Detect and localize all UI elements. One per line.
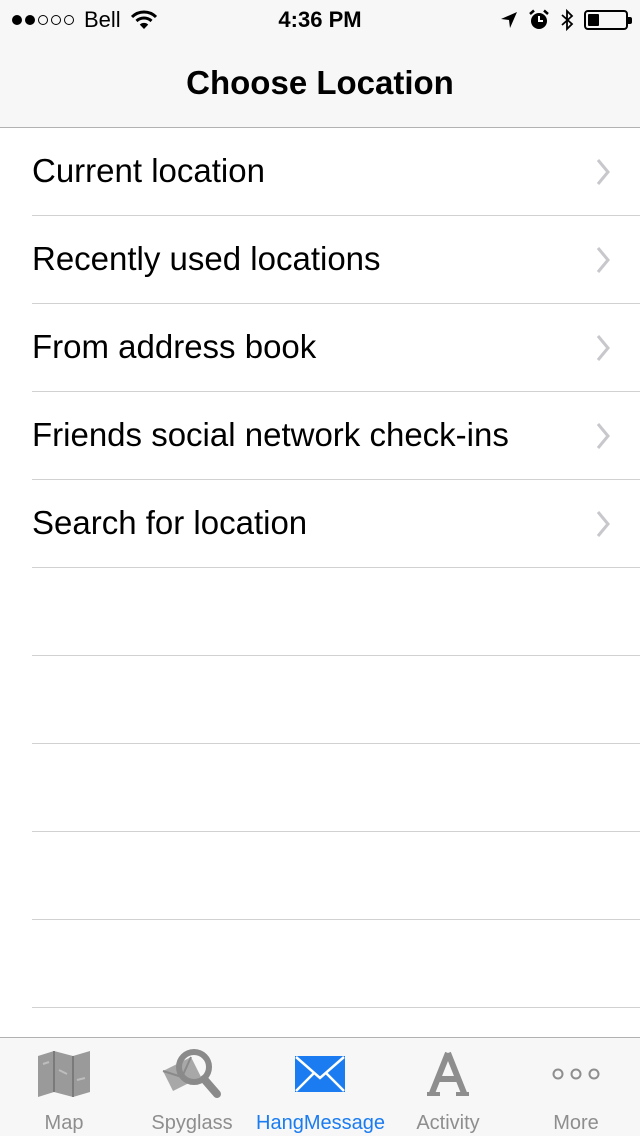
list-item-recently-used-locations[interactable]: Recently used locations (32, 216, 640, 304)
location-arrow-icon (501, 12, 517, 28)
chevron-right-icon (596, 423, 610, 449)
empty-row (32, 744, 640, 832)
tab-label: Activity (416, 1112, 480, 1134)
empty-row (32, 832, 640, 920)
tab-hangmessage[interactable]: HangMessage (256, 1038, 385, 1136)
list-item-friends-check-ins[interactable]: Friends social network check-ins (32, 392, 640, 480)
list-item-label: Recently used locations (32, 240, 381, 277)
list-item-search-for-location[interactable]: Search for location (32, 480, 640, 568)
envelope-icon (256, 1048, 384, 1100)
tab-more[interactable]: More (512, 1038, 640, 1136)
list-item-current-location[interactable]: Current location (32, 128, 640, 216)
chevron-right-icon (596, 335, 610, 361)
battery-icon (584, 10, 632, 30)
tab-label: More (553, 1112, 599, 1134)
page-title: Choose Location (186, 64, 454, 101)
navigation-bar: Choose Location (0, 40, 640, 128)
status-right (500, 7, 632, 33)
battery-fill (588, 14, 599, 26)
tab-map[interactable]: Map (0, 1038, 128, 1136)
map-icon (0, 1048, 128, 1100)
chevron-right-icon (596, 511, 610, 537)
location-options-list: Current location Recently used locations… (0, 128, 640, 1008)
tab-label: Map (44, 1112, 84, 1134)
status-bar: Bell 4:36 PM (0, 0, 640, 40)
alarm-clock-icon (529, 9, 549, 29)
chevron-right-icon (596, 159, 610, 185)
spyglass-icon (128, 1048, 256, 1100)
empty-row (32, 568, 640, 656)
list-item-label: From address book (32, 328, 317, 365)
battery-tip (628, 17, 632, 24)
more-icon (512, 1048, 640, 1100)
tab-activity[interactable]: Activity (384, 1038, 512, 1136)
activity-icon (384, 1048, 512, 1100)
tab-label: Spyglass (151, 1112, 233, 1134)
empty-row (32, 656, 640, 744)
screen: Bell 4:36 PM Choose Location Current loc… (0, 0, 640, 1136)
bluetooth-icon (561, 8, 574, 32)
list-item-from-address-book[interactable]: From address book (32, 304, 640, 392)
empty-row (32, 920, 640, 1008)
tab-spyglass[interactable]: Spyglass (128, 1038, 256, 1136)
list-item-label: Search for location (32, 504, 308, 541)
chevron-right-icon (596, 247, 610, 273)
tab-bar: Map Spyglass HangMessage Activity More (0, 1037, 640, 1136)
tab-label: HangMessage (256, 1112, 385, 1134)
list-item-label: Current location (32, 152, 265, 189)
list-item-label: Friends social network check-ins (32, 416, 509, 453)
